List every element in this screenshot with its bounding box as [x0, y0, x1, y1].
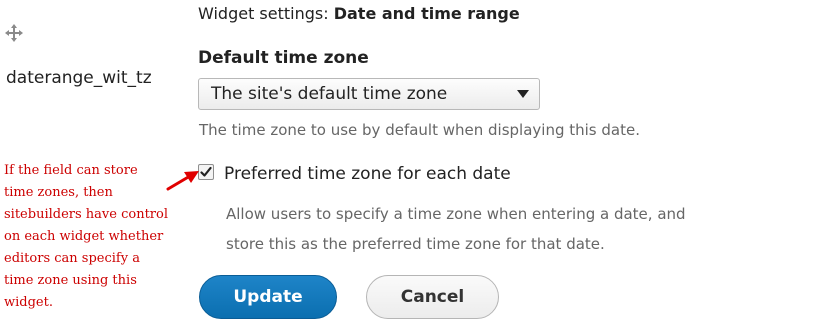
annotation-line: time zone using this: [4, 273, 137, 288]
annotation-line: sitebuilders have control: [4, 207, 168, 222]
chevron-down-icon: [517, 90, 529, 98]
annotation-line: widget.: [4, 295, 53, 310]
annotation-line: on each widget whether: [4, 229, 164, 244]
update-button[interactable]: Update: [199, 275, 337, 319]
preferred-timezone-description: Allow users to specify a time zone when …: [226, 199, 786, 259]
annotation-arrow-icon: [166, 171, 199, 191]
default-timezone-selected-value: The site's default time zone: [211, 84, 448, 104]
preferred-timezone-description-line: Allow users to specify a time zone when …: [226, 205, 686, 223]
default-timezone-label: Default time zone: [198, 48, 369, 68]
preferred-timezone-description-line: store this as the preferred time zone fo…: [226, 235, 605, 253]
field-machine-name: daterange_wit_tz: [6, 68, 152, 88]
widget-settings-title: Widget settings: Date and time range: [198, 4, 520, 23]
widget-settings-prefix: Widget settings:: [198, 4, 329, 23]
default-timezone-description: The time zone to use by default when dis…: [199, 121, 640, 139]
cancel-button[interactable]: Cancel: [366, 275, 499, 319]
default-timezone-select[interactable]: The site's default time zone: [198, 78, 540, 110]
preferred-timezone-label[interactable]: Preferred time zone for each date: [224, 164, 511, 184]
move-icon[interactable]: [5, 24, 23, 42]
annotation-line: editors can specify a: [4, 251, 140, 266]
widget-settings-value: Date and time range: [333, 4, 520, 23]
